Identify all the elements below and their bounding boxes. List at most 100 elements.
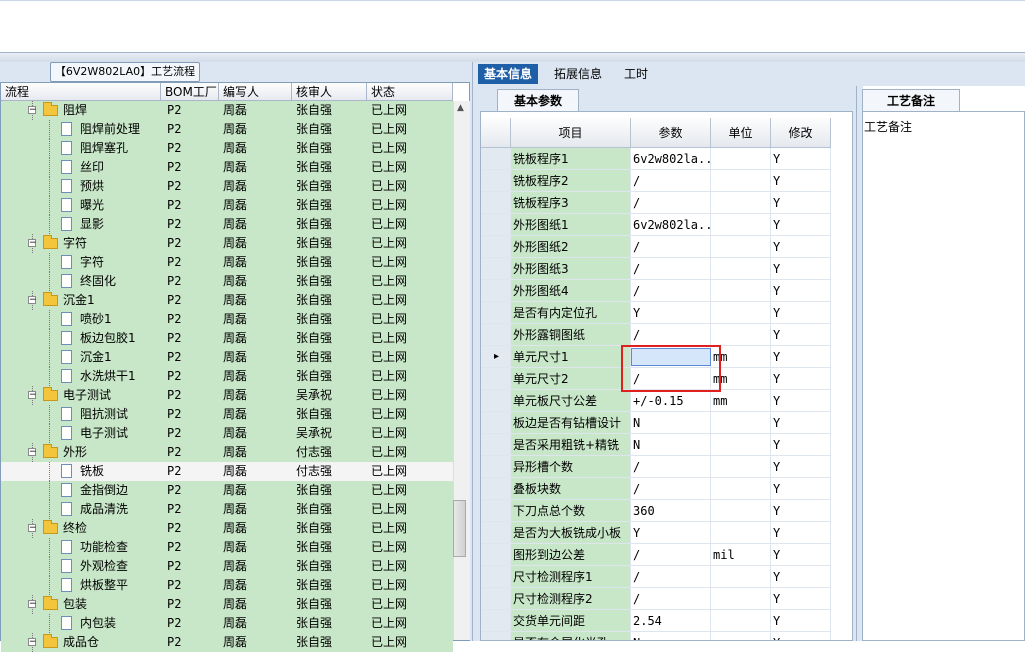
scrollbar-thumb[interactable] [453,500,466,557]
collapse-toggle-icon[interactable]: − [28,239,37,248]
tree-folder-row[interactable]: − 电子测试 P2 周磊 吴承祝 已上网 [1,386,453,405]
tree-step-row[interactable]: 功能检查 P2 周磊 张自强 已上网 [1,538,453,557]
column-header-param[interactable]: 参数 [631,118,711,148]
param-value[interactable]: +/-0.15 [631,390,711,412]
row-selector[interactable] [481,214,511,236]
param-row[interactable]: 外形图纸16v2w802la... Y [481,214,852,236]
collapse-toggle-icon[interactable]: − [28,296,37,305]
tree-folder-row[interactable]: − 终检 P2 周磊 张自强 已上网 [1,519,453,538]
param-value[interactable]: / [631,170,711,192]
tree-step-row[interactable]: 阻焊前处理 P2 周磊 张自强 已上网 [1,120,453,139]
param-row[interactable]: 外形图纸4/ Y [481,280,852,302]
param-value[interactable]: / [631,258,711,280]
collapse-toggle-icon[interactable]: − [28,106,37,115]
param-row[interactable]: 下刀点总个数 360 Y [481,500,852,522]
tree-folder-row[interactable]: − 成品仓 P2 周磊 张自强 已上网 [1,633,453,652]
param-value[interactable]: N [631,434,711,456]
param-row[interactable]: 单元板尺寸公差 +/-0.15 mm Y [481,390,852,412]
param-value[interactable]: 2.54 [631,610,711,632]
tree-step-row[interactable]: 曝光 P2 周磊 张自强 已上网 [1,196,453,215]
param-row[interactable]: 外形图纸3/ Y [481,258,852,280]
param-row[interactable]: 是否有金属化半孔N Y [481,632,852,640]
tree-step-row[interactable]: 金指倒边 P2 周磊 张自强 已上网 [1,481,453,500]
tree-step-row[interactable]: 电子测试 P2 周磊 吴承祝 已上网 [1,424,453,443]
row-selector[interactable] [481,302,511,324]
param-value[interactable]: Y [631,522,711,544]
param-value[interactable]: / [631,324,711,346]
tree-step-row[interactable]: 阻抗测试 P2 周磊 张自强 已上网 [1,405,453,424]
tab-extended-info[interactable]: 拓展信息 [548,64,608,84]
column-header-status[interactable]: 状态 [367,83,453,101]
param-row[interactable]: 铣板程序3/ Y [481,192,852,214]
tree-step-row[interactable]: 水洗烘干1 P2 周磊 张自强 已上网 [1,367,453,386]
tree-folder-row[interactable]: − 沉金1 P2 周磊 张自强 已上网 [1,291,453,310]
param-row[interactable]: 铣板程序2/ Y [481,170,852,192]
scroll-up-arrow-icon[interactable]: ▲ [457,103,464,113]
param-value[interactable]: / [631,280,711,302]
row-selector[interactable] [481,368,511,390]
param-value[interactable]: / [631,588,711,610]
row-selector[interactable] [481,390,511,412]
collapse-toggle-icon[interactable]: − [28,524,37,533]
column-header-bom[interactable]: BOM工厂 [161,83,219,101]
param-row[interactable]: 异形槽个数 / Y [481,456,852,478]
collapse-toggle-icon[interactable]: − [28,391,37,400]
vertical-scrollbar[interactable]: ▲ [453,101,470,640]
row-selector[interactable]: ▸ [481,346,511,368]
row-selector[interactable] [481,456,511,478]
collapse-toggle-icon[interactable]: − [28,448,37,457]
param-row[interactable]: 尺寸检测程序2/ Y [481,588,852,610]
tree-step-row[interactable]: 喷砂1 P2 周磊 张自强 已上网 [1,310,453,329]
param-value[interactable]: 360 [631,500,711,522]
param-row[interactable]: 图形到边公差 / mil Y [481,544,852,566]
param-value[interactable]: / [631,544,711,566]
param-row[interactable]: 是否采用粗铣+精铣 N Y [481,434,852,456]
row-selector[interactable] [481,588,511,610]
process-flow-tab[interactable]: 【6V2W802LA0】工艺流程 [50,62,200,82]
tree-step-row[interactable]: 成品清洗 P2 周磊 张自强 已上网 [1,500,453,519]
tree-step-row[interactable]: 显影 P2 周磊 张自强 已上网 [1,215,453,234]
column-header-item[interactable]: 项目 [511,118,631,148]
tree-folder-row[interactable]: − 阻焊 P2 周磊 张自强 已上网 [1,101,453,120]
row-selector[interactable] [481,566,511,588]
collapse-toggle-icon[interactable]: − [28,600,37,609]
param-row[interactable]: 尺寸检测程序1/ Y [481,566,852,588]
tree-step-row[interactable]: 终固化 P2 周磊 张自强 已上网 [1,272,453,291]
tree-folder-row[interactable]: − 包装 P2 周磊 张自强 已上网 [1,595,453,614]
tree-step-row[interactable]: 铣板 P2 周磊 付志强 已上网 [1,462,453,481]
tree-step-row[interactable]: 字符 P2 周磊 张自强 已上网 [1,253,453,272]
param-value[interactable]: / [631,456,711,478]
param-value[interactable]: 6v2w802la... [631,148,711,170]
basic-params-tab[interactable]: 基本参数 [497,89,579,112]
param-value[interactable]: / [631,478,711,500]
param-row[interactable]: 叠板块数 / Y [481,478,852,500]
collapse-toggle-icon[interactable]: − [28,638,37,647]
param-value[interactable]: Y [631,302,711,324]
row-selector[interactable] [481,544,511,566]
tree-step-row[interactable]: 预烘 P2 周磊 张自强 已上网 [1,177,453,196]
row-selector[interactable] [481,170,511,192]
param-row[interactable]: 交货单元间距 2.54 Y [481,610,852,632]
param-row[interactable]: 铣板程序16v2w802la... Y [481,148,852,170]
param-value[interactable]: N [631,412,711,434]
column-header-reviewer[interactable]: 核审人 [292,83,367,101]
tree-step-row[interactable]: 外观检查 P2 周磊 张自强 已上网 [1,557,453,576]
row-selector[interactable] [481,500,511,522]
row-selector[interactable] [481,236,511,258]
column-header-flow[interactable]: 流程 [1,83,161,101]
tree-step-row[interactable]: 沉金1 P2 周磊 张自强 已上网 [1,348,453,367]
param-value[interactable]: N [631,632,711,640]
row-selector[interactable] [481,324,511,346]
tree-folder-row[interactable]: − 字符 P2 周磊 张自强 已上网 [1,234,453,253]
param-value[interactable]: / [631,236,711,258]
param-row[interactable]: 是否有内定位孔 Y Y [481,302,852,324]
tab-work-hours[interactable]: 工时 [618,64,654,84]
process-notes-tab[interactable]: 工艺备注 [862,89,960,112]
tree-step-row[interactable]: 阻焊塞孔 P2 周磊 张自强 已上网 [1,139,453,158]
row-selector[interactable] [481,478,511,500]
param-row[interactable]: 是否为大板铣成小板 Y Y [481,522,852,544]
param-row[interactable]: 外形露铜图纸 / Y [481,324,852,346]
column-header-writer[interactable]: 编写人 [219,83,292,101]
param-row[interactable]: 外形图纸2/ Y [481,236,852,258]
tree-step-row[interactable]: 板边包胶1 P2 周磊 张自强 已上网 [1,329,453,348]
